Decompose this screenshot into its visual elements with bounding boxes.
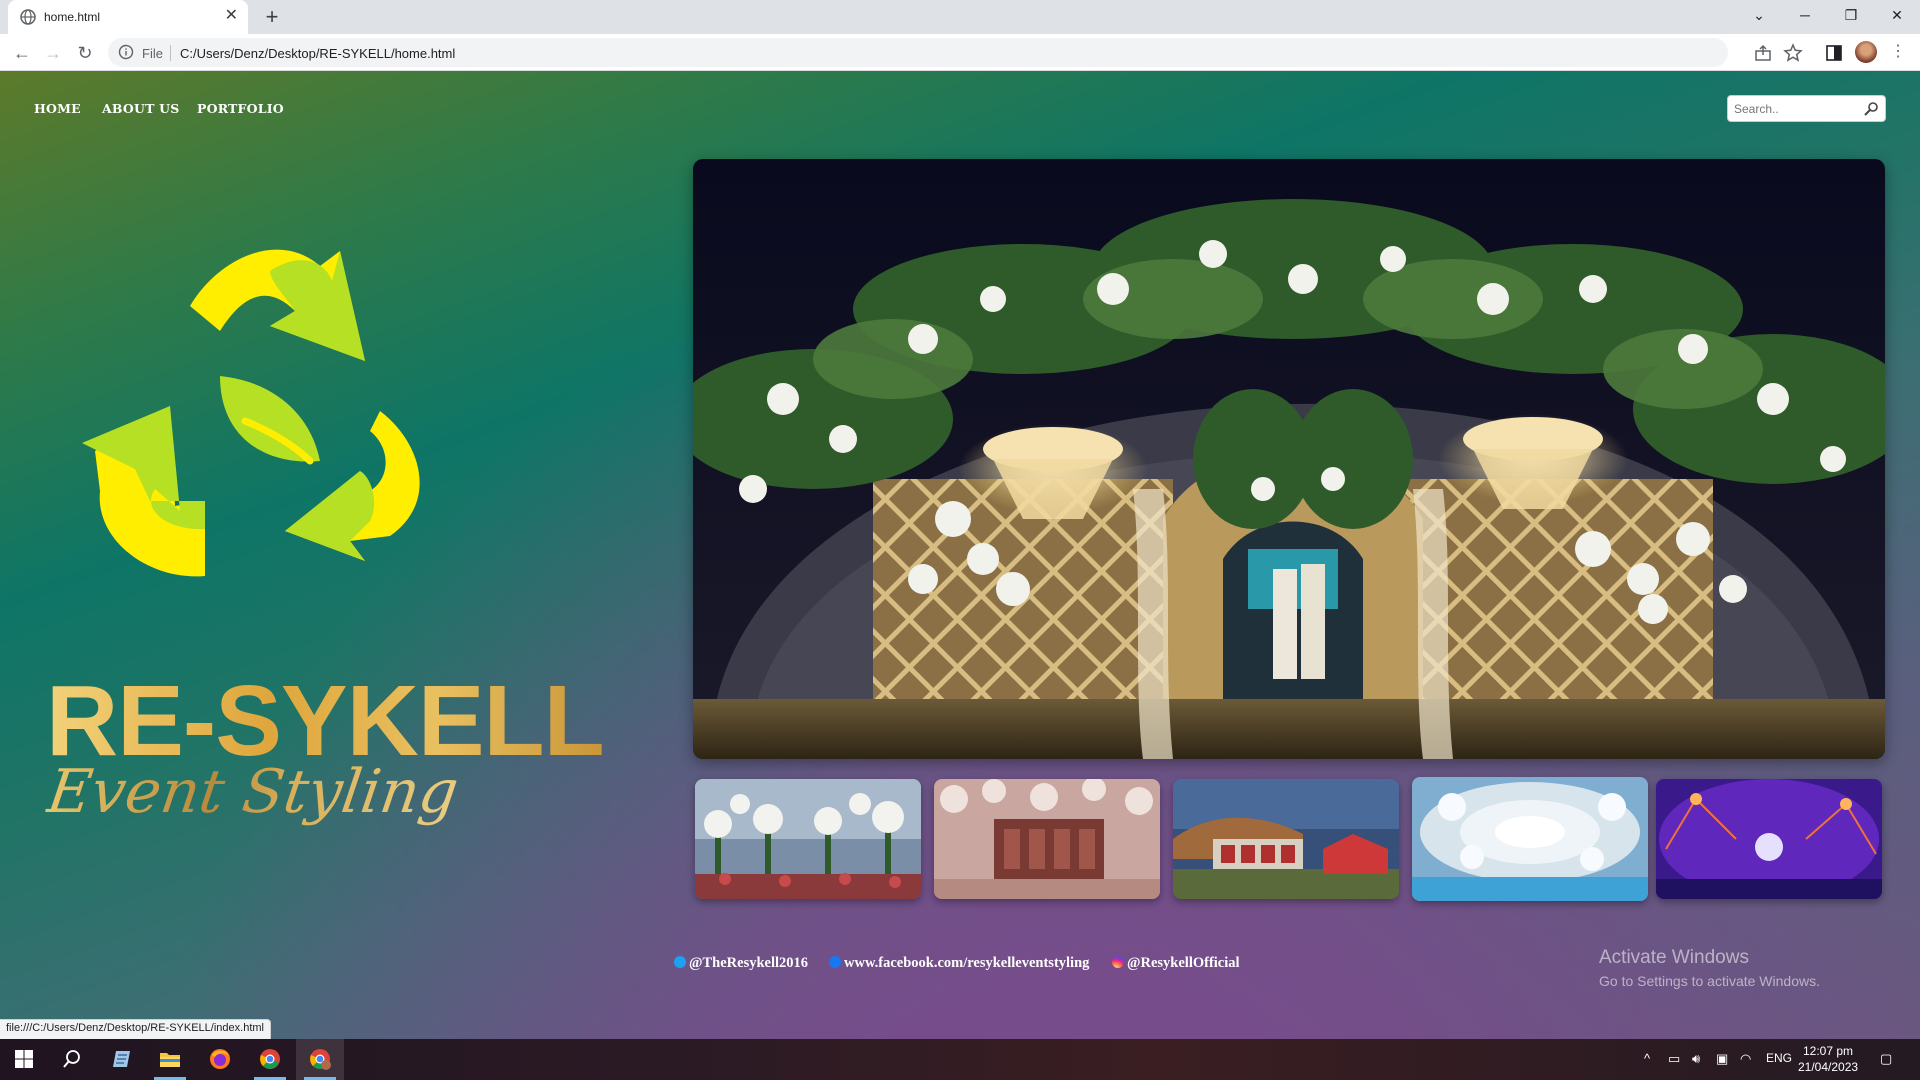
minimize-button[interactable]: ─	[1782, 0, 1828, 30]
forward-arrow-icon[interactable]: →	[41, 41, 65, 65]
nav-portfolio[interactable]: PORTFOLIO	[197, 101, 284, 116]
share-icon[interactable]	[1752, 42, 1774, 64]
recycle-leaf-logo	[82, 249, 420, 577]
browser-tab-strip: home.html ✕ + ⌄ ─ ❐ ✕	[0, 0, 1920, 34]
info-icon[interactable]	[118, 44, 134, 60]
browser-tab[interactable]: home.html ✕	[8, 0, 248, 34]
wifi-icon[interactable]: ◠	[1740, 1051, 1751, 1067]
facebook-url: www.facebook.com/resykelleventstyling	[844, 955, 1090, 971]
facebook-link[interactable]: www.facebook.com/resykelleventstyling	[829, 955, 1089, 972]
chrome-profile-icon	[310, 1049, 331, 1070]
thumbnail-2[interactable]	[934, 779, 1160, 899]
search-input[interactable]	[1734, 100, 1852, 118]
taskbar-notepad[interactable]	[98, 1039, 146, 1080]
twitter-handle: @TheResykell2016	[689, 955, 809, 971]
link-status-bar: file:///C:/Users/Denz/Desktop/RE-SYKELL/…	[0, 1019, 271, 1039]
thumbnail-1[interactable]	[695, 779, 921, 899]
network-monitor-icon[interactable]: ▣	[1716, 1051, 1728, 1067]
firefox-icon	[210, 1049, 230, 1069]
taskbar-chrome-profile[interactable]	[296, 1039, 344, 1080]
clock-time: 12:07 pm	[1803, 1044, 1854, 1058]
twitter-link[interactable]: @TheResykell2016	[674, 955, 808, 972]
brand-subtitle: Event Styling	[43, 757, 463, 827]
chrome-icon	[260, 1049, 280, 1069]
taskbar-firefox[interactable]	[196, 1039, 244, 1080]
search-box	[1727, 95, 1886, 122]
show-hidden-icons-chevron[interactable]: ^	[1644, 1051, 1650, 1066]
facebook-icon	[829, 956, 841, 968]
back-arrow-icon[interactable]: ←	[10, 41, 34, 65]
close-tab-icon[interactable]: ✕	[225, 7, 238, 25]
restore-button[interactable]: ❐	[1828, 0, 1874, 30]
more-menu-icon[interactable]: ⋮	[1886, 40, 1910, 64]
address-bar[interactable]: File C:/Users/Denz/Desktop/RE-SYKELL/hom…	[108, 38, 1728, 67]
windows-logo-icon	[15, 1050, 33, 1068]
address-divider	[170, 45, 171, 61]
twitter-icon	[674, 956, 686, 968]
clock-date: 21/04/2023	[1798, 1060, 1859, 1074]
activation-title: Activate Windows	[1599, 947, 1749, 968]
windows-activation-watermark: Activate Windows Go to Settings to activ…	[1599, 947, 1820, 989]
hero-photo-illustration	[693, 159, 1885, 759]
new-tab-button[interactable]: +	[260, 5, 284, 29]
brand-title: RE-SYKELL	[46, 665, 605, 777]
thumbnail-strip	[693, 777, 1885, 904]
volume-icon[interactable]: 🔊︎	[1692, 1051, 1700, 1067]
instagram-icon	[1112, 956, 1124, 968]
system-clock[interactable]: 12:07 pm 21/04/2023	[1798, 1043, 1858, 1075]
globe-icon	[20, 9, 36, 25]
language-indicator[interactable]: ENG	[1766, 1051, 1792, 1065]
taskbar-file-explorer[interactable]	[146, 1039, 194, 1080]
instagram-handle: @ResykellOfficial	[1127, 955, 1240, 971]
browser-toolbar: ← → ↻ File C:/Users/Denz/Desktop/RE-SYKE…	[0, 34, 1920, 71]
tab-search-chevron-icon[interactable]: ⌄	[1736, 0, 1782, 30]
folder-icon	[160, 1053, 180, 1067]
notifications-icon[interactable]: ▢	[1880, 1051, 1892, 1067]
side-panel-icon[interactable]	[1823, 42, 1845, 64]
bookmark-star-icon[interactable]	[1782, 42, 1804, 64]
hero-photo[interactable]	[693, 159, 1885, 759]
notepad-icon	[113, 1051, 130, 1067]
windows-taskbar: ^ ▭ 🔊︎ ▣ ◠ ENG 12:07 pm 21/04/2023 ▢	[0, 1039, 1920, 1080]
nav-home[interactable]: HOME	[34, 101, 81, 116]
activation-hint: Go to Settings to activate Windows.	[1599, 973, 1820, 989]
profile-avatar[interactable]	[1855, 41, 1877, 63]
instagram-link[interactable]: @ResykellOfficial	[1112, 955, 1240, 972]
scheme-label: File	[142, 46, 163, 61]
webpage: HOME ABOUT US PORTFOLIO RE-SYKELL Event …	[0, 71, 1920, 1039]
thumbnail-3[interactable]	[1173, 779, 1399, 899]
close-window-button[interactable]: ✕	[1874, 0, 1920, 30]
taskbar-chrome[interactable]	[246, 1039, 294, 1080]
search-icon	[63, 1050, 80, 1068]
thumbnail-4[interactable]	[1412, 777, 1648, 901]
nav-about-us[interactable]: ABOUT US	[102, 101, 179, 116]
search-icon[interactable]	[1863, 101, 1879, 117]
reload-icon[interactable]: ↻	[73, 41, 97, 65]
start-button[interactable]	[0, 1039, 48, 1080]
tab-title: home.html	[44, 10, 101, 24]
battery-icon[interactable]: ▭	[1668, 1051, 1680, 1067]
thumbnail-5[interactable]	[1656, 779, 1882, 899]
url-text[interactable]: C:/Users/Denz/Desktop/RE-SYKELL/home.htm…	[180, 46, 455, 61]
taskbar-search-button[interactable]	[48, 1039, 96, 1080]
